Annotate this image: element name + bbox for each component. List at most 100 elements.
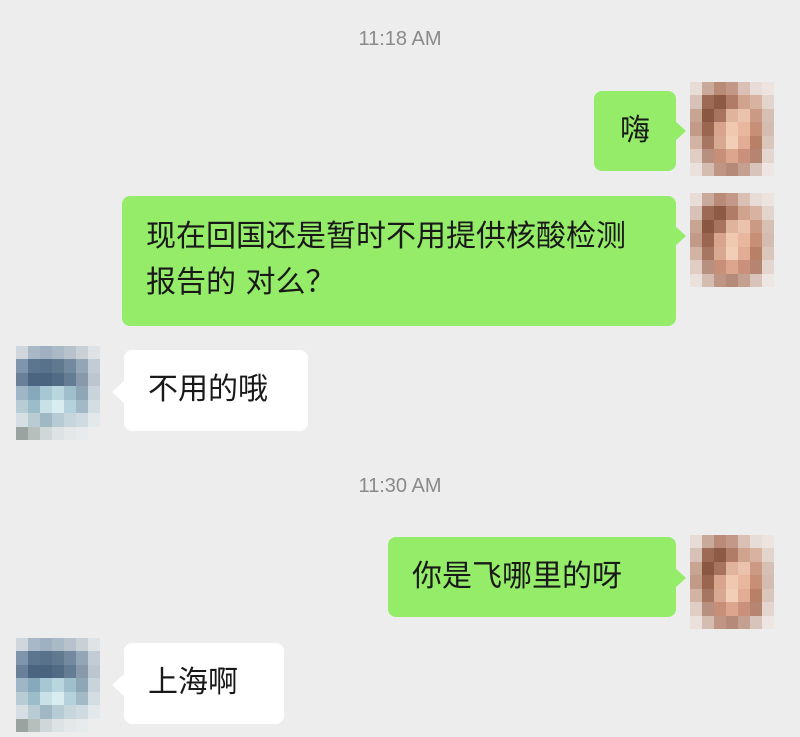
avatar-pixel — [40, 691, 52, 706]
avatar-pixel — [88, 718, 100, 732]
avatar-pixel — [738, 588, 750, 603]
avatar-pixel — [762, 233, 774, 248]
self-avatar[interactable] — [690, 535, 774, 629]
avatar-pixel — [702, 615, 714, 629]
avatar-pixel — [76, 372, 88, 387]
contact-avatar[interactable] — [16, 346, 100, 440]
avatar-pixel — [690, 108, 702, 123]
avatar-pixel — [726, 246, 738, 261]
avatar-pixel — [738, 273, 750, 287]
avatar-pixel — [750, 260, 762, 275]
avatar-pixel — [40, 346, 52, 360]
avatar-pixel — [714, 588, 726, 603]
avatar-pixel — [16, 346, 28, 360]
avatar-pixel — [690, 575, 702, 590]
avatar-pixel — [738, 193, 750, 207]
avatar-pixel — [76, 386, 88, 401]
self-avatar[interactable] — [690, 193, 774, 287]
avatar-pixel — [702, 233, 714, 248]
avatar-pixel — [702, 219, 714, 234]
avatar-pixel — [714, 233, 726, 248]
avatar-pixel — [762, 108, 774, 123]
avatar-pixel — [64, 346, 76, 360]
avatar-pixel — [714, 219, 726, 234]
avatar-pixel — [762, 548, 774, 563]
avatar-pixel — [702, 260, 714, 275]
avatar-pixel — [52, 426, 64, 440]
avatar-pixel — [28, 372, 40, 387]
avatar-pixel — [52, 718, 64, 732]
avatar-pixel — [702, 246, 714, 261]
avatar-pixel — [762, 561, 774, 576]
avatar-pixel — [76, 664, 88, 679]
avatar-pixel — [88, 372, 100, 387]
avatar-pixel — [40, 705, 52, 720]
contact-avatar[interactable] — [16, 638, 100, 732]
avatar-pixel — [16, 399, 28, 414]
avatar-pixel — [762, 135, 774, 150]
avatar-pixel — [762, 575, 774, 590]
message-text: 现在回国还是暂时不用提供核酸检测报告的 对么？ — [146, 219, 626, 300]
avatar-pixel — [88, 664, 100, 679]
avatar-pixel — [690, 219, 702, 234]
avatar-pixel — [726, 206, 738, 221]
avatar-pixel — [714, 162, 726, 176]
avatar-pixel — [750, 548, 762, 563]
avatar-pixel — [88, 359, 100, 374]
incoming-message-bubble[interactable]: 不用的哦 — [124, 350, 308, 431]
avatar-pixel — [28, 678, 40, 693]
avatar-pixel — [750, 615, 762, 629]
avatar-pixel — [88, 691, 100, 706]
avatar-pixel — [16, 372, 28, 387]
avatar-pixel — [16, 691, 28, 706]
avatar-pixel — [690, 260, 702, 275]
avatar-pixel — [690, 548, 702, 563]
outgoing-message-bubble[interactable]: 嗨 — [594, 91, 676, 171]
avatar-pixel — [738, 233, 750, 248]
avatar-pixel — [52, 386, 64, 401]
avatar-pixel — [738, 561, 750, 576]
avatar-pixel — [750, 122, 762, 137]
avatar-pixel — [690, 602, 702, 617]
avatar-pixel — [52, 691, 64, 706]
outgoing-message-bubble[interactable]: 你是飞哪里的呀 — [388, 537, 676, 617]
message-text: 上海啊 — [148, 665, 238, 700]
bubble-tail — [112, 674, 124, 696]
avatar-pixel — [76, 691, 88, 706]
avatar-pixel — [64, 678, 76, 693]
avatar-pixel — [726, 548, 738, 563]
avatar-pixel — [28, 651, 40, 666]
avatar-pixel — [714, 615, 726, 629]
avatar-pixel — [52, 651, 64, 666]
avatar-pixel — [714, 273, 726, 287]
avatar-pixel — [762, 260, 774, 275]
avatar-pixel — [738, 535, 750, 549]
avatar-pixel — [16, 413, 28, 428]
avatar-pixel — [702, 108, 714, 123]
avatar-pixel — [714, 149, 726, 164]
avatar-pixel — [52, 638, 64, 652]
avatar-pixel — [690, 193, 702, 207]
avatar-pixel — [762, 219, 774, 234]
avatar-pixel — [690, 122, 702, 137]
avatar-pixel — [28, 705, 40, 720]
avatar-pixel — [64, 413, 76, 428]
avatar-pixel — [76, 651, 88, 666]
avatar-pixel — [726, 108, 738, 123]
avatar-pixel — [738, 82, 750, 96]
avatar-pixel — [28, 691, 40, 706]
avatar-pixel — [64, 386, 76, 401]
incoming-message-bubble[interactable]: 上海啊 — [124, 643, 284, 724]
self-avatar[interactable] — [690, 82, 774, 176]
avatar-pixel — [16, 718, 28, 732]
avatar-pixel — [76, 426, 88, 440]
avatar-pixel — [28, 346, 40, 360]
avatar-pixel — [714, 82, 726, 96]
avatar-pixel — [762, 602, 774, 617]
avatar-pixel — [714, 575, 726, 590]
avatar-pixel — [738, 246, 750, 261]
avatar-pixel — [726, 561, 738, 576]
outgoing-message-bubble[interactable]: 现在回国还是暂时不用提供核酸检测报告的 对么？ — [122, 196, 676, 326]
avatar-pixel — [40, 718, 52, 732]
avatar-pixel — [714, 193, 726, 207]
